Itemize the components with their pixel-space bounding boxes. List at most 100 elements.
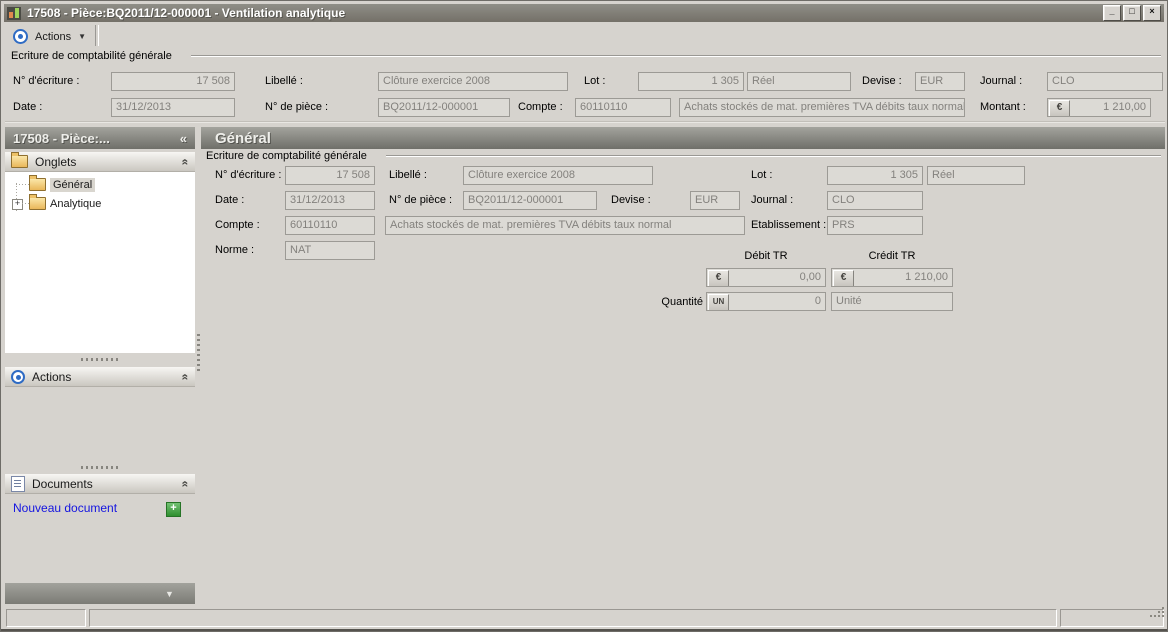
lot-type-field[interactable]: Réel — [927, 166, 1025, 185]
compte-desc-field[interactable]: Achats stockés de mat. premières TVA déb… — [385, 216, 745, 235]
compte-label: Compte : — [215, 219, 260, 231]
compte-desc-field[interactable]: Achats stockés de mat. premières TVA déb… — [679, 98, 965, 117]
onglets-tree: Général + Analytique — [5, 172, 195, 353]
date-field[interactable]: 31/12/2013 — [285, 191, 375, 210]
collapse-panel-icon[interactable]: « — [179, 373, 193, 380]
euro-currency-button[interactable]: € — [708, 270, 729, 287]
main-group-line — [386, 155, 1161, 157]
montant-label: Montant : — [980, 101, 1026, 113]
norme-label: Norme : — [215, 244, 254, 256]
journal-label: Journal : — [751, 194, 793, 206]
etablissement-field[interactable]: PRS — [827, 216, 923, 235]
window-title: 17508 - Pièce:BQ2011/12-000001 - Ventila… — [27, 6, 345, 20]
actions-panel-title: Actions — [32, 370, 71, 384]
lot-field[interactable]: 1 305 — [827, 166, 923, 185]
devise-field[interactable]: EUR — [690, 191, 740, 210]
unit-button[interactable]: UN — [708, 294, 729, 311]
maximize-button-icon[interactable]: □ — [1123, 5, 1141, 21]
tree-item-label[interactable]: Analytique — [50, 198, 101, 210]
lot-label: Lot : — [584, 75, 605, 87]
folder-open-icon — [29, 178, 46, 191]
journal-label: Journal : — [980, 75, 1022, 87]
resize-grip[interactable] — [1150, 615, 1152, 617]
onglets-panel-title: Onglets — [35, 155, 76, 169]
piece-field[interactable]: BQ2011/12-000001 — [378, 98, 510, 117]
date-label: Date : — [215, 194, 244, 206]
title-bar: 17508 - Pièce:BQ2011/12-000001 - Ventila… — [4, 4, 1164, 22]
credit-value: 1 210,00 — [856, 269, 948, 286]
collapse-sidebar-icon[interactable]: « — [180, 131, 187, 146]
collapse-panel-icon[interactable]: « — [179, 158, 193, 165]
montant-field[interactable]: € 1 210,00 — [1047, 98, 1151, 117]
compte-field[interactable]: 60110110 — [285, 216, 375, 235]
sidebar-header[interactable]: 17508 - Pièce:... « — [5, 127, 195, 149]
quantite-value: 0 — [731, 293, 821, 310]
document-icon — [11, 476, 25, 492]
chevron-down-icon: ▼ — [78, 32, 86, 41]
tree-item-general[interactable]: Général — [29, 176, 95, 193]
debit-column-header: Débit TR — [706, 250, 826, 262]
debit-value: 0,00 — [731, 269, 821, 286]
lot-type-field[interactable]: Réel — [747, 72, 851, 91]
tree-item-analytique[interactable]: Analytique — [29, 195, 101, 212]
actions-panel-header[interactable]: Actions « — [5, 367, 195, 387]
app-icon — [7, 7, 21, 20]
sidebar-splitter-handle[interactable] — [81, 466, 121, 469]
libelle-label: Libellé : — [265, 75, 303, 87]
lot-label: Lot : — [751, 169, 772, 181]
top-group-title: Ecriture de comptabilité générale — [11, 50, 172, 62]
actions-label: Actions — [35, 31, 71, 43]
debit-field[interactable]: € 0,00 — [706, 268, 826, 287]
status-bar-cell — [1060, 609, 1164, 627]
actions-menu-button[interactable]: Actions ▼ — [7, 26, 92, 47]
tree-expander-icon[interactable]: + — [12, 199, 23, 210]
libelle-field[interactable]: Clôture exercice 2008 — [463, 166, 653, 185]
unite-field[interactable]: Unité — [831, 292, 953, 311]
devise-label: Devise : — [611, 194, 651, 206]
new-document-link[interactable]: Nouveau document — [13, 501, 117, 515]
journal-field[interactable]: CLO — [1047, 72, 1163, 91]
collapse-panel-icon[interactable]: « — [179, 480, 193, 487]
tree-line — [16, 184, 30, 185]
quantite-label: Quantité — [659, 296, 703, 308]
journal-field[interactable]: CLO — [827, 191, 923, 210]
compte-field[interactable]: 60110110 — [575, 98, 671, 117]
lot-field[interactable]: 1 305 — [638, 72, 744, 91]
devise-label: Devise : — [862, 75, 902, 87]
pane-divider — [5, 121, 1165, 123]
minimize-button-icon[interactable]: _ — [1103, 5, 1121, 21]
documents-panel-title: Documents — [32, 477, 93, 491]
num-ecriture-field[interactable]: 17 508 — [285, 166, 375, 185]
main-panel-header: Général — [201, 127, 1165, 149]
norme-field[interactable]: NAT — [285, 241, 375, 260]
onglets-panel-header[interactable]: Onglets « — [5, 152, 195, 172]
date-field[interactable]: 31/12/2013 — [111, 98, 235, 117]
libelle-field[interactable]: Clôture exercice 2008 — [378, 72, 568, 91]
num-ecriture-label: N° d'écriture : — [13, 75, 79, 87]
tree-item-label[interactable]: Général — [50, 178, 95, 192]
vertical-splitter-handle[interactable] — [197, 331, 200, 371]
status-bar-cell — [89, 609, 1057, 627]
euro-currency-button[interactable]: € — [1049, 100, 1070, 117]
sidebar-splitter-handle[interactable] — [81, 358, 121, 361]
euro-currency-button[interactable]: € — [833, 270, 854, 287]
sidebar-bottom-dropdown[interactable]: ▼ — [5, 583, 195, 604]
montant-value: 1 210,00 — [1072, 99, 1146, 116]
credit-field[interactable]: € 1 210,00 — [831, 268, 953, 287]
actions-panel-icon — [11, 370, 25, 384]
chevron-down-icon: ▼ — [165, 589, 174, 599]
sidebar-header-title: 17508 - Pièce:... — [13, 131, 110, 146]
documents-panel-header[interactable]: Documents « — [5, 474, 195, 494]
devise-field[interactable]: EUR — [915, 72, 965, 91]
folder-icon — [11, 155, 28, 168]
main-panel-title: Général — [215, 130, 271, 147]
add-document-button[interactable]: + — [166, 502, 181, 517]
quantite-field[interactable]: UN 0 — [706, 292, 826, 311]
credit-column-header: Crédit TR — [831, 250, 953, 262]
libelle-label: Libellé : — [389, 169, 427, 181]
piece-label: N° de pièce : — [389, 194, 452, 206]
close-button-icon[interactable]: × — [1143, 5, 1161, 21]
piece-field[interactable]: BQ2011/12-000001 — [463, 191, 597, 210]
toolbar-separator — [95, 25, 99, 46]
num-ecriture-field[interactable]: 17 508 — [111, 72, 235, 91]
